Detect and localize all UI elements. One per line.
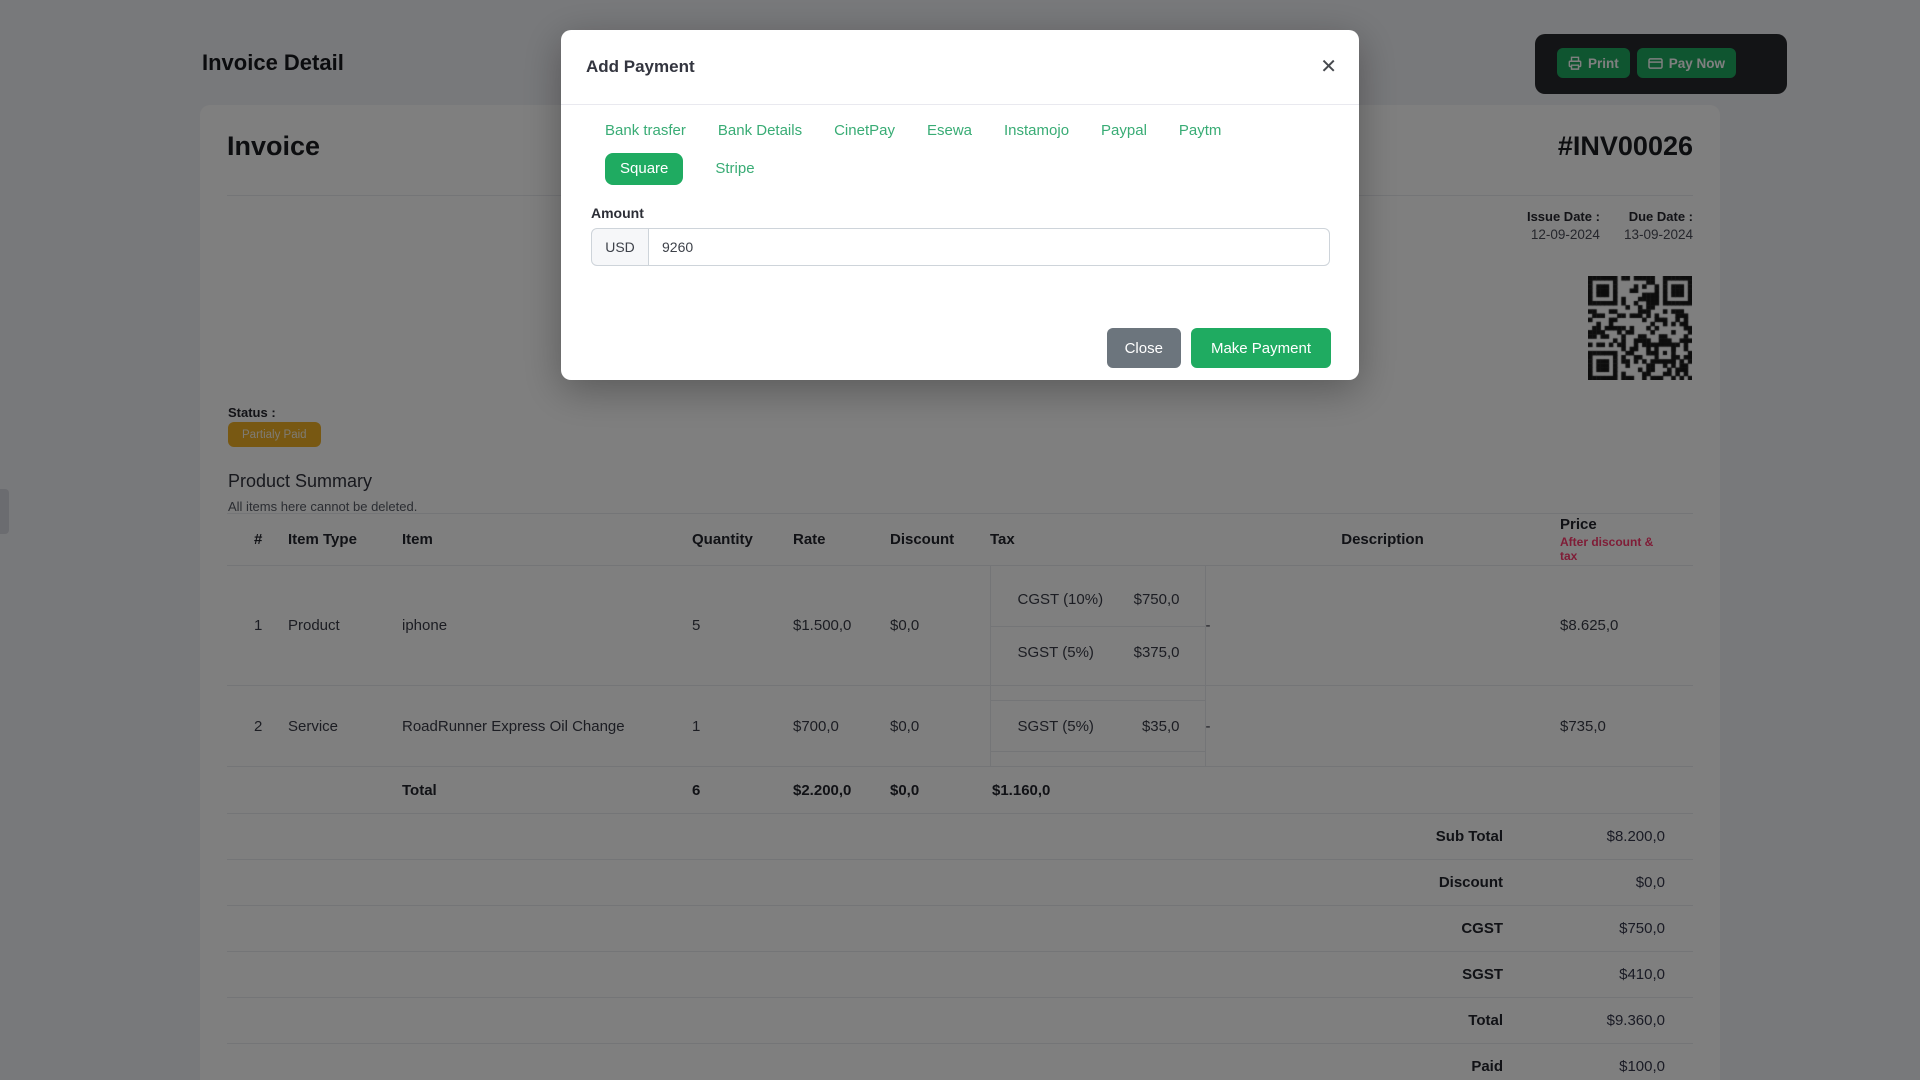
amount-section: Amount USD <box>561 185 1359 266</box>
tab-esewa[interactable]: Esewa <box>927 115 972 147</box>
make-payment-button[interactable]: Make Payment <box>1190 328 1331 368</box>
amount-input-group: USD <box>591 228 1330 266</box>
tab-stripe[interactable]: Stripe <box>715 153 754 185</box>
tab-instamojo[interactable]: Instamojo <box>1004 115 1069 147</box>
currency-prefix: USD <box>591 228 649 266</box>
tab-paytm[interactable]: Paytm <box>1179 115 1222 147</box>
modal-close-button[interactable]: Close <box>1106 328 1181 368</box>
tab-paypal[interactable]: Paypal <box>1101 115 1147 147</box>
modal-footer: Close Make Payment <box>1106 328 1331 368</box>
modal-header: Add Payment ✕ <box>561 30 1359 105</box>
tab-square-active[interactable]: Square <box>605 153 684 185</box>
tab-cinetpay[interactable]: CinetPay <box>834 115 895 147</box>
amount-input[interactable] <box>649 228 1330 266</box>
modal-title: Add Payment <box>586 57 695 76</box>
tab-bank-details[interactable]: Bank Details <box>718 115 802 147</box>
payment-method-tabs: Bank trasfer Bank Details CinetPay Esewa… <box>561 105 1359 185</box>
tab-bank-trasfer[interactable]: Bank trasfer <box>605 115 686 147</box>
amount-label: Amount <box>591 205 644 221</box>
invoice-detail-page: Invoice Detail Print Pay Now Invoice #IN… <box>0 0 1920 1080</box>
close-icon[interactable]: ✕ <box>1320 57 1337 77</box>
add-payment-modal: Add Payment ✕ Bank trasfer Bank Details … <box>561 30 1359 380</box>
